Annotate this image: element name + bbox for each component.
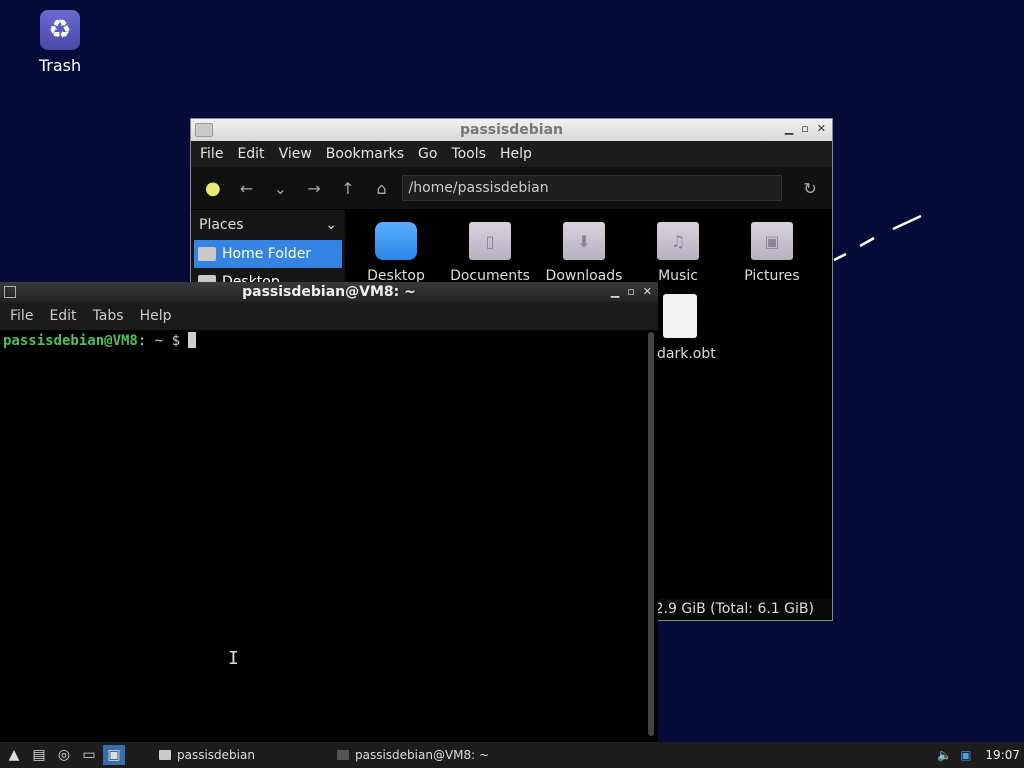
terminal-output[interactable]: passisdebian@VM8: ~ $ — [0, 330, 646, 742]
close-button[interactable]: ✕ — [817, 122, 826, 135]
minimize-button[interactable]: ▁ — [785, 122, 793, 135]
task-label: passisdebian — [177, 748, 255, 762]
file-manager-launcher-icon[interactable]: ▤ — [28, 745, 50, 765]
recycle-icon: ♻ — [40, 10, 80, 50]
window-title: passisdebian — [459, 122, 564, 138]
up-arrow-icon[interactable]: ↑ — [334, 174, 362, 202]
browser-launcher-icon[interactable]: ◎ — [53, 745, 75, 765]
minimize-button[interactable]: ▁ — [611, 285, 619, 298]
file-manager-titlebar[interactable]: passisdebian ▁ ▫ ✕ — [191, 119, 832, 141]
places-header[interactable]: Places ⌄ — [191, 210, 345, 240]
file-icon — [663, 294, 697, 338]
terminal-window: passisdebian@VM8: ~ ▁ ▫ ✕ File Edit Tabs… — [0, 282, 658, 742]
menu-help[interactable]: Help — [500, 146, 532, 162]
trash-label: Trash — [38, 56, 82, 75]
file-item-music[interactable]: ♫ Music — [635, 222, 721, 284]
maximize-button[interactable]: ▫ — [801, 122, 808, 135]
toolbar: ● ← ⌄ → ↑ ⌂ /home/passisdebian ↻ — [191, 167, 832, 209]
forward-arrow-icon[interactable]: → — [300, 174, 328, 202]
menu-edit[interactable]: Edit — [49, 308, 76, 324]
system-tray: 🔈 ▣ 19:07 — [937, 748, 1024, 762]
back-arrow-icon[interactable]: ← — [233, 174, 261, 202]
terminal-titlebar[interactable]: passisdebian@VM8: ~ ▁ ▫ ✕ — [0, 282, 658, 302]
menu-tools[interactable]: Tools — [451, 146, 486, 162]
folder-music-icon: ♫ — [657, 222, 699, 260]
menu-file[interactable]: File — [200, 146, 223, 162]
maximize-button[interactable]: ▫ — [627, 285, 634, 298]
taskbar: ▲ ▤ ◎ ▭ ▣ passisdebian passisdebian@VM8:… — [0, 742, 1024, 768]
volume-icon[interactable]: 🔈 — [937, 748, 952, 762]
file-label: Pictures — [744, 268, 800, 284]
prompt-path: : ~ $ — [137, 333, 189, 349]
mouse-ibeam-cursor: I — [228, 648, 239, 669]
menubar: File Edit View Bookmarks Go Tools Help — [191, 141, 832, 167]
app-menu-icon[interactable]: ▲ — [3, 745, 25, 765]
show-desktop-icon[interactable]: ▭ — [78, 745, 100, 765]
file-item-pictures[interactable]: ▣ Pictures — [729, 222, 815, 284]
window-title: passisdebian@VM8: ~ — [242, 284, 416, 300]
new-tab-icon[interactable]: ● — [199, 174, 227, 202]
chevron-down-icon[interactable]: ⌄ — [267, 174, 295, 202]
reload-icon[interactable]: ↻ — [796, 174, 824, 202]
terminal-icon — [336, 750, 349, 760]
menu-tabs[interactable]: Tabs — [93, 308, 124, 324]
home-icon — [198, 247, 216, 261]
menu-go[interactable]: Go — [418, 146, 437, 162]
menu-edit[interactable]: Edit — [237, 146, 264, 162]
folder-downloads-icon: ⬇ — [563, 222, 605, 260]
path-bar[interactable]: /home/passisdebian — [401, 175, 783, 201]
menu-help[interactable]: Help — [140, 308, 172, 324]
prompt-user: passisdebian@VM8 — [3, 333, 138, 349]
file-item-downloads[interactable]: ⬇ Downloads — [541, 222, 627, 284]
network-icon[interactable]: ▣ — [960, 748, 971, 762]
file-item-documents[interactable]: ▯ Documents — [447, 222, 533, 284]
chevron-down-icon: ⌄ — [325, 217, 337, 233]
task-file-manager[interactable]: passisdebian — [153, 743, 261, 767]
close-button[interactable]: ✕ — [643, 285, 652, 298]
clock[interactable]: 19:07 — [985, 748, 1020, 762]
workspace-switcher-icon[interactable]: ▣ — [103, 745, 125, 765]
menu-bookmarks[interactable]: Bookmarks — [326, 146, 404, 162]
file-label: Music — [658, 268, 698, 284]
sidebar-item-home[interactable]: Home Folder — [194, 240, 342, 268]
terminal-menubar: File Edit Tabs Help — [0, 302, 658, 330]
home-icon[interactable]: ⌂ — [368, 174, 396, 202]
desktop-trash[interactable]: ♻ Trash — [24, 10, 96, 75]
scrollbar[interactable] — [648, 332, 654, 736]
folder-pictures-icon: ▣ — [751, 222, 793, 260]
menu-view[interactable]: View — [279, 146, 312, 162]
folder-documents-icon: ▯ — [469, 222, 511, 260]
text-cursor — [188, 332, 197, 348]
sidebar-item-label: Home Folder — [222, 246, 312, 262]
task-label: passisdebian@VM8: ~ — [354, 748, 490, 762]
file-item-desktop[interactable]: Desktop — [353, 222, 439, 284]
places-label: Places — [199, 217, 244, 233]
folder-icon — [159, 750, 171, 760]
menu-file[interactable]: File — [10, 308, 33, 324]
folder-desktop-icon — [375, 222, 417, 260]
task-terminal[interactable]: passisdebian@VM8: ~ — [331, 743, 495, 767]
